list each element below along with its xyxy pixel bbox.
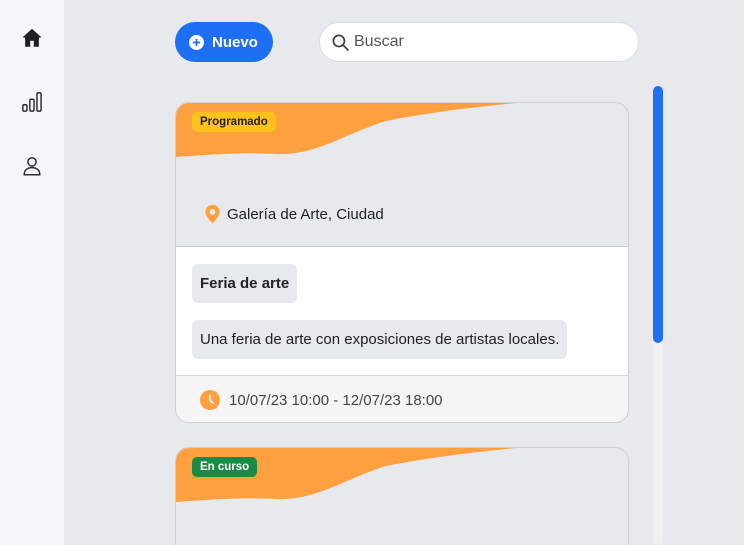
map-pin-icon xyxy=(205,204,220,224)
clock-icon xyxy=(200,390,220,410)
search-bar[interactable] xyxy=(319,22,639,62)
card-body: Feria de arte Una feria de arte con expo… xyxy=(176,246,628,376)
search-input[interactable] xyxy=(354,33,624,51)
event-description: Una feria de arte con exposiciones de ar… xyxy=(192,320,568,359)
event-title: Feria de arte xyxy=(192,264,298,303)
user-icon[interactable] xyxy=(20,154,44,178)
event-location: Galería de Arte, Ciudad xyxy=(204,204,384,224)
home-icon[interactable] xyxy=(20,26,44,50)
event-datetime: 10/07/23 10:00 - 12/07/23 18:00 xyxy=(229,391,443,409)
scrollbar-track[interactable] xyxy=(653,86,663,545)
event-card[interactable]: Programado Galería de Arte, Ciudad Feria… xyxy=(175,102,629,423)
status-badge: Programado xyxy=(192,112,276,132)
main-content: Nuevo Programado Galería de Arte, Ciudad… xyxy=(64,0,744,545)
event-card[interactable]: En curso xyxy=(175,447,629,545)
status-badge: En curso xyxy=(192,457,258,477)
bar-chart-icon[interactable] xyxy=(20,90,44,114)
search-icon xyxy=(332,34,349,51)
new-button-label: Nuevo xyxy=(212,33,258,51)
plus-icon xyxy=(189,34,204,50)
sidebar xyxy=(0,0,64,545)
event-location-label: Galería de Arte, Ciudad xyxy=(227,205,384,223)
card-footer: 10/07/23 10:00 - 12/07/23 18:00 xyxy=(176,376,628,422)
new-button[interactable]: Nuevo xyxy=(175,22,273,62)
scrollbar-thumb[interactable] xyxy=(653,86,663,343)
